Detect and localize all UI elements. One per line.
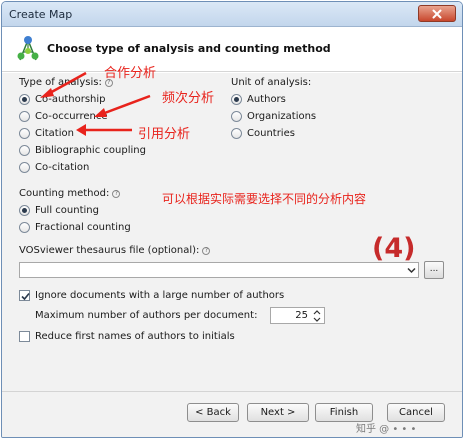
arrow-to-co-authorship xyxy=(47,71,87,96)
watermark: 知乎 @ • • • xyxy=(356,424,417,435)
arrow-head-icon xyxy=(94,108,107,117)
annotation-note: 可以根据实际需要选择不同的分析内容 xyxy=(162,192,367,206)
arrow-head-icon xyxy=(76,124,86,136)
arrow-to-co-occurrence xyxy=(101,94,151,116)
annotation-coauthorship: 合作分析 xyxy=(104,66,157,81)
annotation-arrows xyxy=(40,71,151,136)
arrow-head-icon xyxy=(40,88,54,98)
annotation-cooccurrence: 频次分析 xyxy=(162,91,215,106)
annotation-step-number: (4) xyxy=(372,233,416,264)
annotation-citation: 引用分析 xyxy=(138,127,191,142)
